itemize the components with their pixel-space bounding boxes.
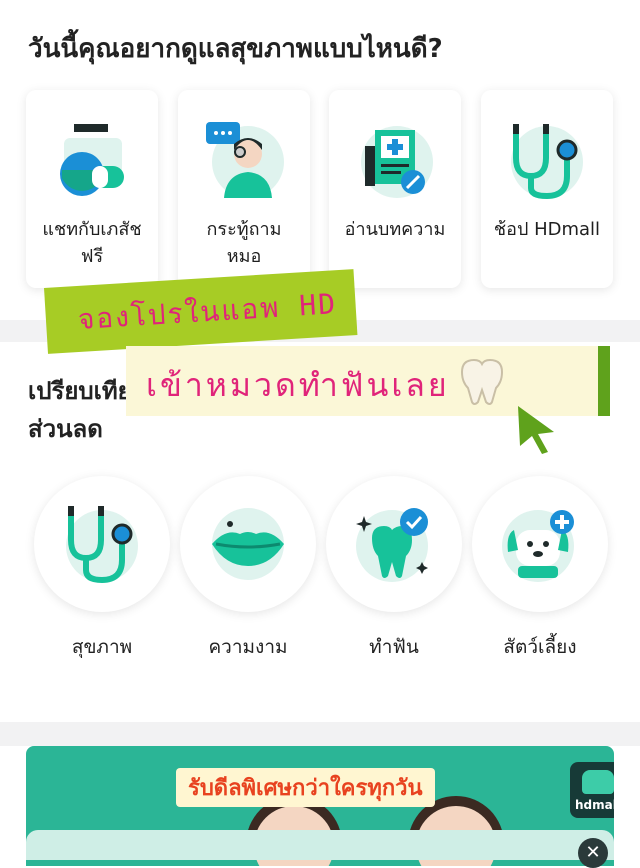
tooth-emoji-icon [460,358,504,405]
card-label: ช้อป HDmall [493,219,601,240]
card-shop-hdmall[interactable]: ช้อป HDmall [481,90,613,288]
card-ask-doctor[interactable]: กระทู้ถาม หมอ [178,90,310,288]
medicine-chat-icon [60,124,124,196]
category-beauty[interactable] [180,476,316,612]
close-button[interactable]: ✕ [578,838,608,868]
mascot-icon [582,770,614,794]
article-icon [361,126,433,198]
page-heading: วันนี้คุณอยากดูแลสุขภาพแบบไหนดี? [28,34,443,64]
card-label: แชทกับเภสัช ฟรี [42,219,142,267]
sticker-text: เข้าหมวดทำฟันเลย [146,366,450,404]
doctor-qa-icon [206,122,284,198]
sticker-text: จองโปรในแอพ HD [76,287,338,336]
card-read-articles[interactable]: อ่านบทความ [329,90,461,288]
hdmall-logo: hdmall [570,762,614,818]
section-divider [0,722,640,746]
logo-text: hdmall [575,798,614,812]
card-label: กระทู้ถาม หมอ [206,219,282,267]
card-pharmacist-chat[interactable]: แชทกับเภสัช ฟรี [26,90,158,288]
cursor-arrow-icon [518,406,554,454]
card-label: อ่านบทความ [344,219,446,240]
category-label: สัตว์เลี้ยง [503,636,577,658]
category-dental[interactable] [326,476,462,612]
stethoscope-icon [66,506,138,584]
tooth-icon [356,508,428,582]
lips-icon [212,508,284,580]
stethoscope-icon [511,124,583,200]
pet-dog-icon [502,510,574,582]
category-label: ทำฟัน [369,636,419,658]
banner-headline: รับดีลพิเศษกว่าใครทุกวัน [176,768,435,807]
category-label: ความงาม [208,636,288,658]
category-label: สุขภาพ [71,636,133,658]
category-health[interactable] [34,476,170,612]
category-pets[interactable] [472,476,608,612]
